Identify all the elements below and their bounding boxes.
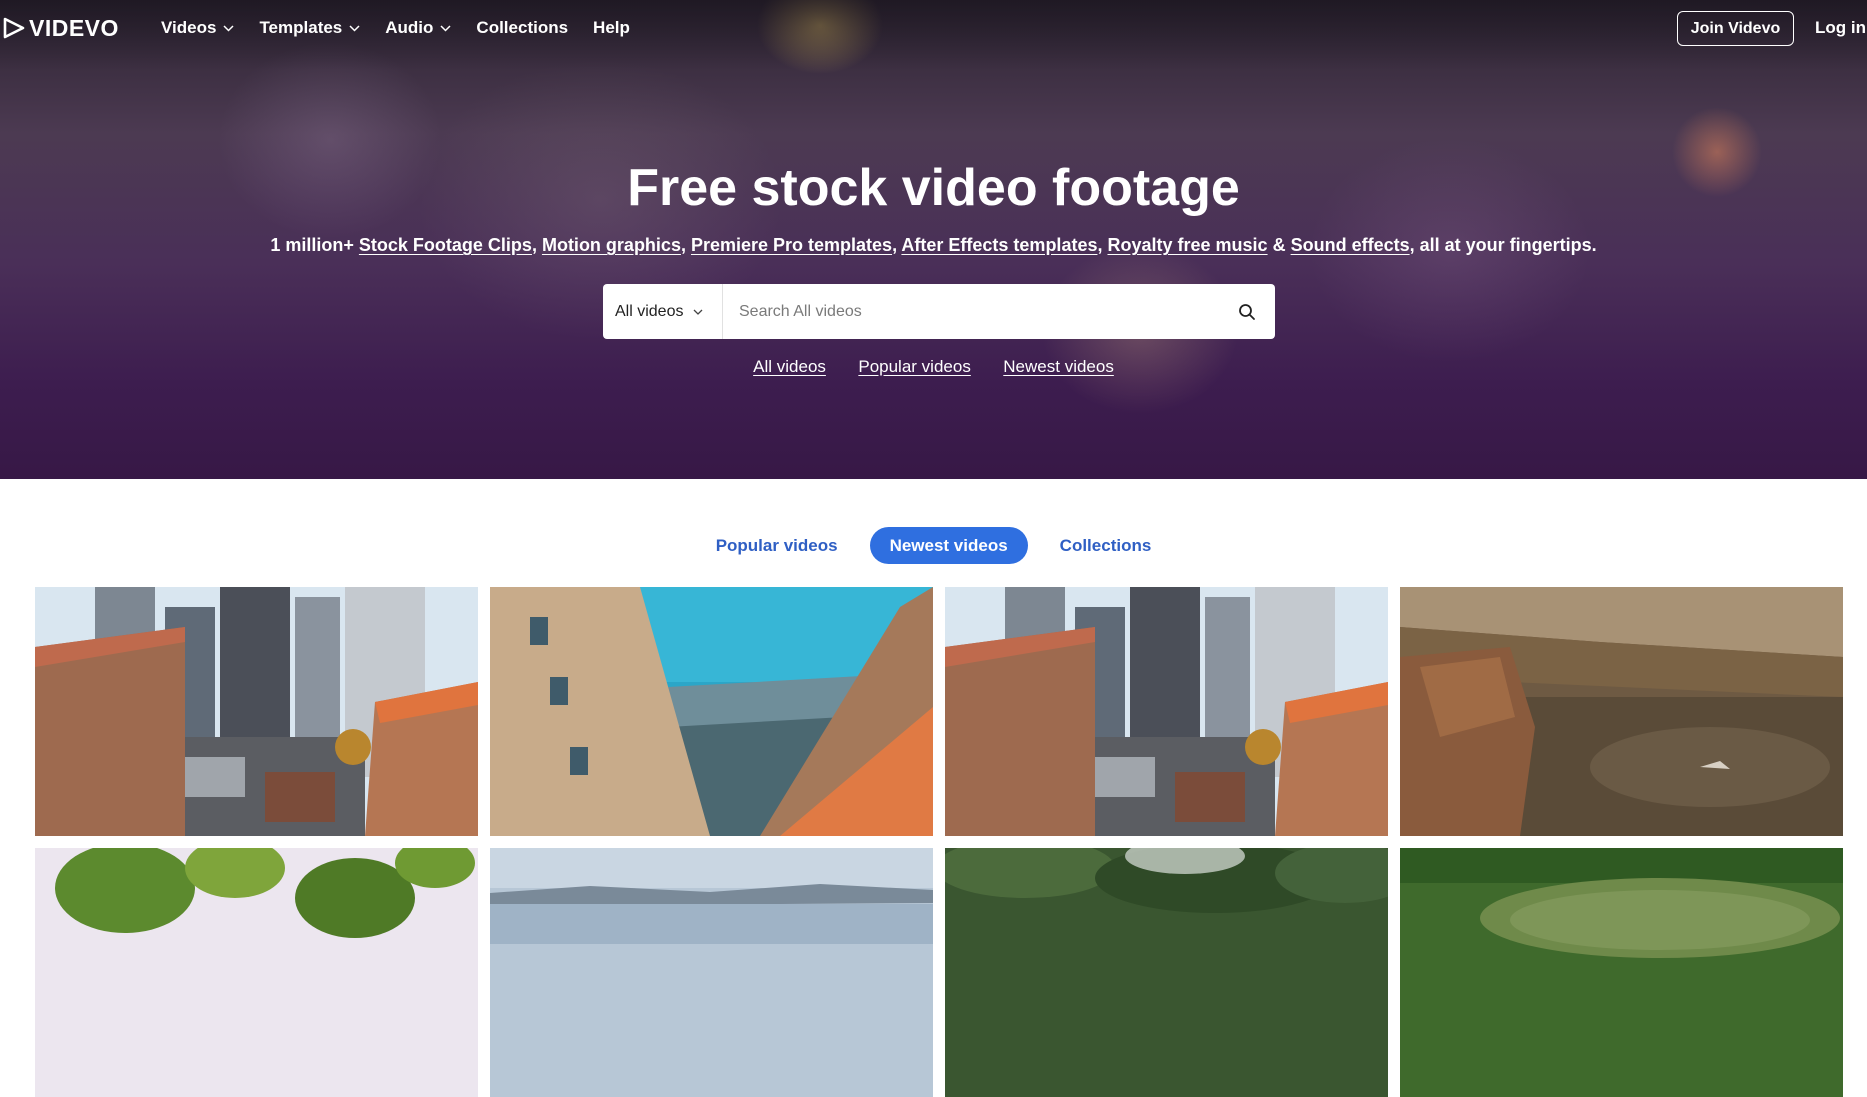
quick-link-all-videos[interactable]: All videos xyxy=(753,357,826,376)
nav-collections[interactable]: Collections xyxy=(476,18,568,38)
link-motion-graphics[interactable]: Motion graphics xyxy=(542,235,681,255)
chevron-down-icon xyxy=(349,24,360,32)
chevron-down-icon xyxy=(694,309,703,315)
nav-collections-label: Collections xyxy=(476,18,569,37)
main-menu: Videos Templates Audio Collections Help xyxy=(161,18,655,38)
nav-videos-label: Videos xyxy=(161,18,217,37)
play-logo-icon xyxy=(3,17,25,39)
video-thumbnail[interactable] xyxy=(35,848,478,1097)
link-premiere-pro[interactable]: Premiere Pro templates xyxy=(691,235,892,255)
video-thumbnail-image xyxy=(945,587,1388,836)
video-thumbnail[interactable] xyxy=(35,587,478,836)
video-thumbnail[interactable] xyxy=(945,848,1388,1097)
logo-text: VIDEVO xyxy=(29,14,119,41)
video-thumbnail-image xyxy=(35,587,478,836)
subtitle-amp: & xyxy=(1272,235,1286,255)
search-bar: All videos xyxy=(603,284,1275,339)
chevron-down-icon xyxy=(223,24,234,32)
top-navigation: VIDEVO Videos Templates Audio Collection… xyxy=(0,0,1867,56)
nav-help[interactable]: Help xyxy=(593,18,630,38)
video-thumbnail[interactable] xyxy=(945,587,1388,836)
subtitle-suffix: , all at your fingertips. xyxy=(1409,235,1597,255)
search-icon xyxy=(1239,303,1255,320)
link-after-effects[interactable]: After Effects templates xyxy=(901,235,1097,255)
link-stock-footage[interactable]: Stock Footage Clips xyxy=(359,235,532,255)
quick-link-newest-videos[interactable]: Newest videos xyxy=(1003,357,1114,376)
search-input[interactable] xyxy=(723,285,1219,338)
search-category-label: All videos xyxy=(615,302,684,320)
tab-popular-videos[interactable]: Popular videos xyxy=(696,527,858,564)
search-category-select[interactable]: All videos xyxy=(603,284,723,339)
video-thumbnail[interactable] xyxy=(490,587,933,836)
video-thumbnail[interactable] xyxy=(1400,848,1843,1097)
join-button[interactable]: Join Videvo xyxy=(1677,11,1794,46)
video-thumbnail-image xyxy=(1400,587,1843,836)
video-thumbnail-image xyxy=(945,848,1388,1097)
nav-help-label: Help xyxy=(593,18,630,37)
videvo-logo[interactable]: VIDEVO xyxy=(2,15,119,41)
link-royalty-free-music[interactable]: Royalty free music xyxy=(1107,235,1267,255)
nav-audio-label: Audio xyxy=(385,18,434,37)
content-tabs: Popular videos Newest videos Collections xyxy=(0,527,1867,564)
video-thumbnail[interactable] xyxy=(490,848,933,1097)
quick-link-popular-videos[interactable]: Popular videos xyxy=(858,357,970,376)
hero-subtitle: 1 million+ Stock Footage Clips, Motion g… xyxy=(270,235,1597,255)
video-thumbnail-image xyxy=(490,848,933,1097)
subtitle-prefix: 1 million+ xyxy=(270,235,354,255)
video-thumbnail[interactable] xyxy=(1400,587,1843,836)
video-thumbnail-image xyxy=(1400,848,1843,1097)
nav-videos[interactable]: Videos xyxy=(161,18,234,38)
link-sound-effects[interactable]: Sound effects xyxy=(1291,235,1410,255)
quick-links: All videos Popular videos Newest videos xyxy=(0,357,1867,377)
login-link[interactable]: Log in xyxy=(1815,18,1866,38)
page-title: Free stock video footage xyxy=(627,159,1240,217)
video-grid xyxy=(35,587,1843,1097)
nav-templates[interactable]: Templates xyxy=(259,18,360,38)
nav-audio[interactable]: Audio xyxy=(385,18,451,38)
video-thumbnail-image xyxy=(490,587,933,836)
nav-templates-label: Templates xyxy=(259,18,343,37)
tab-newest-videos[interactable]: Newest videos xyxy=(869,527,1028,564)
search-button[interactable] xyxy=(1219,284,1275,339)
video-thumbnail-image xyxy=(35,848,478,1097)
tab-collections[interactable]: Collections xyxy=(1040,527,1172,564)
chevron-down-icon xyxy=(440,24,451,32)
